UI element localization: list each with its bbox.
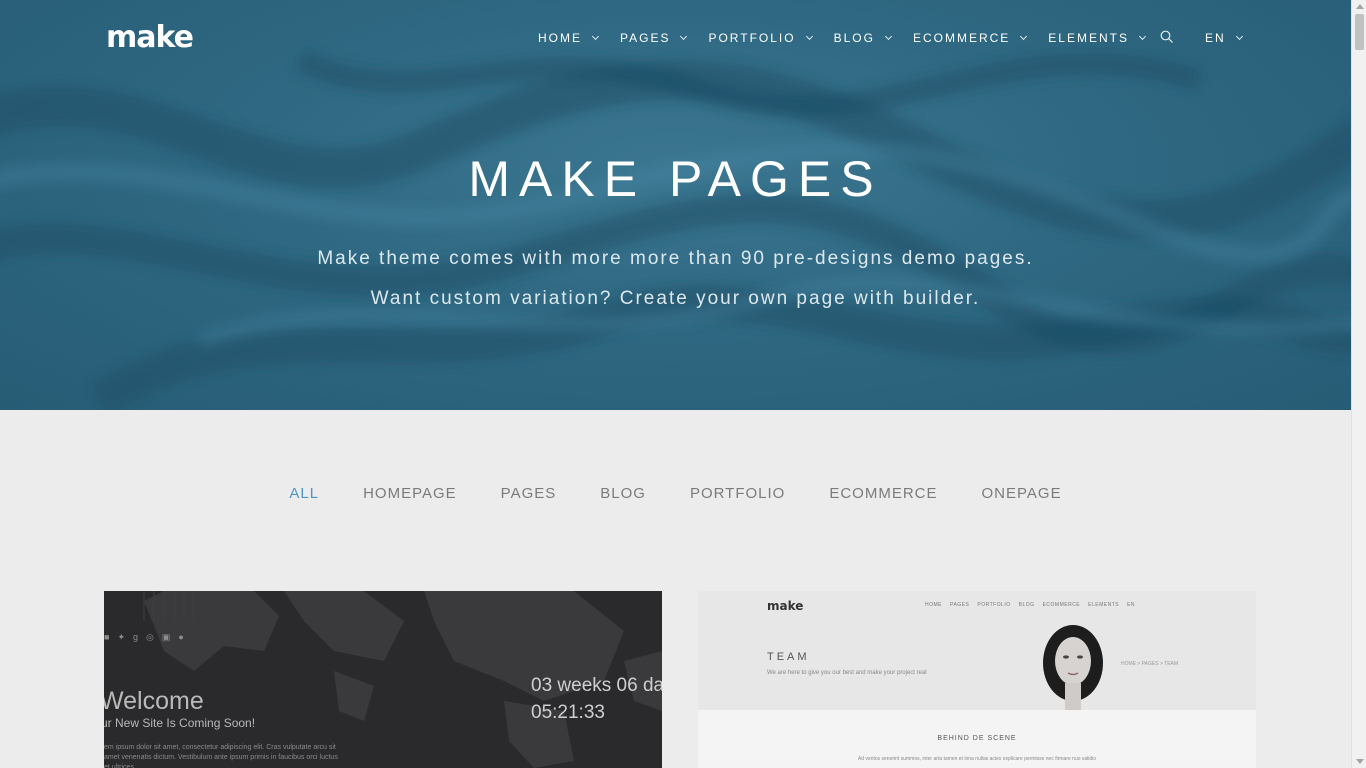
nav-portfolio-label: PORTFOLIO: [708, 31, 796, 45]
nav-pages[interactable]: PAGES: [620, 31, 688, 45]
chevron-down-icon: [591, 32, 600, 40]
team-nav-item: HOME: [925, 602, 942, 608]
language-selector[interactable]: EN: [1205, 31, 1243, 45]
nav-elements[interactable]: ELEMENTS: [1048, 31, 1147, 45]
filter-ecommerce[interactable]: ECOMMERCE: [829, 485, 937, 502]
social-icons: ■ ✦ g ◎ ▣ ●: [104, 632, 184, 643]
nav-blog-label: BLOG: [833, 31, 875, 45]
demo-card-team[interactable]: make HOME PAGES PORTFOLIO BLOG ECOMMERCE…: [698, 591, 1256, 768]
countdown-weeks: 03 weeks 06 days: [531, 675, 662, 696]
google-plus-icon[interactable]: g: [133, 632, 138, 643]
search-icon[interactable]: [1160, 30, 1174, 44]
welcome-body: em ipsum dolor sit amet, consectetur adi…: [104, 744, 338, 768]
team-breadcrumb: HOME > PAGES > TEAM: [1121, 661, 1179, 667]
chevron-down-icon: [1235, 32, 1243, 40]
team-nav-item: PAGES: [950, 602, 970, 608]
nav-ecommerce-label: ECOMMERCE: [912, 31, 1011, 45]
team-tagline: We are here to give you our best and mak…: [767, 670, 927, 676]
countdown-time: 05:21:33: [531, 702, 605, 723]
dribbble-icon[interactable]: ◎: [146, 632, 154, 643]
filter-portfolio[interactable]: PORTFOLIO: [690, 485, 785, 502]
team-nav-item: ELEMENTS: [1088, 602, 1120, 608]
hero-title: MAKE PAGES: [468, 151, 883, 207]
team-portrait: [1043, 625, 1103, 710]
nav-home[interactable]: HOME: [538, 31, 600, 45]
site-logo[interactable]: make: [106, 20, 194, 55]
team-nav-item: PORTFOLIO: [977, 602, 1011, 608]
hero-subtitle-line-2: Want custom variation? Create your own p…: [370, 288, 981, 309]
welcome-subtitle: ur New Site Is Coming Soon!: [104, 716, 256, 730]
filter-pages[interactable]: PAGES: [501, 485, 557, 502]
scroll-down-arrow-icon[interactable]: [1356, 759, 1364, 764]
team-nav-item: ECOMMERCE: [1042, 602, 1081, 608]
team-nav-item: EN: [1127, 602, 1136, 608]
facebook-icon[interactable]: ■: [104, 632, 109, 643]
main-nav: HOME PAGES PORTFOLIO BLOG ECOMMERCE ELEM…: [538, 31, 1147, 45]
filter-onepage[interactable]: ONEPAGE: [982, 485, 1062, 502]
hero-subtitle-line-1: Make theme comes with more more than 90 …: [317, 248, 1034, 269]
chevron-down-icon: [680, 32, 688, 40]
page-scrollbar[interactable]: [1351, 0, 1366, 768]
team-title: TEAM: [767, 651, 810, 663]
linkedin-icon[interactable]: ▣: [162, 632, 171, 643]
nav-ecommerce[interactable]: ECOMMERCE: [912, 31, 1028, 45]
chevron-down-icon: [1020, 32, 1028, 40]
welcome-heading: Welcome: [104, 687, 204, 715]
nav-blog[interactable]: BLOG: [833, 31, 892, 45]
scroll-up-arrow-icon[interactable]: [1356, 4, 1364, 9]
team-nav-item: BLOG: [1018, 602, 1035, 608]
chevron-down-icon: [805, 32, 813, 40]
language-label: EN: [1205, 31, 1226, 45]
twitter-icon[interactable]: ✦: [117, 632, 125, 643]
nav-portfolio[interactable]: PORTFOLIO: [708, 31, 813, 45]
hero-section: make HOME PAGES PORTFOLIO BLOG ECOMMERCE…: [0, 0, 1351, 410]
portfolio-filters: ALL HOMEPAGE PAGES BLOG PORTFOLIO ECOMME…: [0, 485, 1351, 502]
filter-all[interactable]: ALL: [289, 485, 319, 502]
pinterest-icon[interactable]: ●: [178, 632, 183, 643]
filter-homepage[interactable]: HOMEPAGE: [363, 485, 457, 502]
nav-elements-label: ELEMENTS: [1048, 31, 1129, 45]
team-nav: HOME PAGES PORTFOLIO BLOG ECOMMERCE ELEM…: [925, 602, 1135, 608]
scrollbar-thumb[interactable]: [1355, 14, 1364, 50]
team-logo: make: [767, 599, 804, 613]
team-section-desc: Ad veritos senerint summos, inter arta t…: [857, 756, 1097, 762]
nav-home-label: HOME: [538, 31, 582, 45]
demo-card-coming-soon[interactable]: ■ ✦ g ◎ ▣ ● Welcome ur New Site Is Comin…: [104, 591, 662, 768]
nav-pages-label: PAGES: [620, 31, 671, 45]
chevron-down-icon: [1138, 32, 1147, 40]
team-section-title: BEHIND DE SCENE: [937, 735, 1017, 742]
chevron-down-icon: [884, 32, 892, 40]
filter-blog[interactable]: BLOG: [600, 485, 646, 502]
